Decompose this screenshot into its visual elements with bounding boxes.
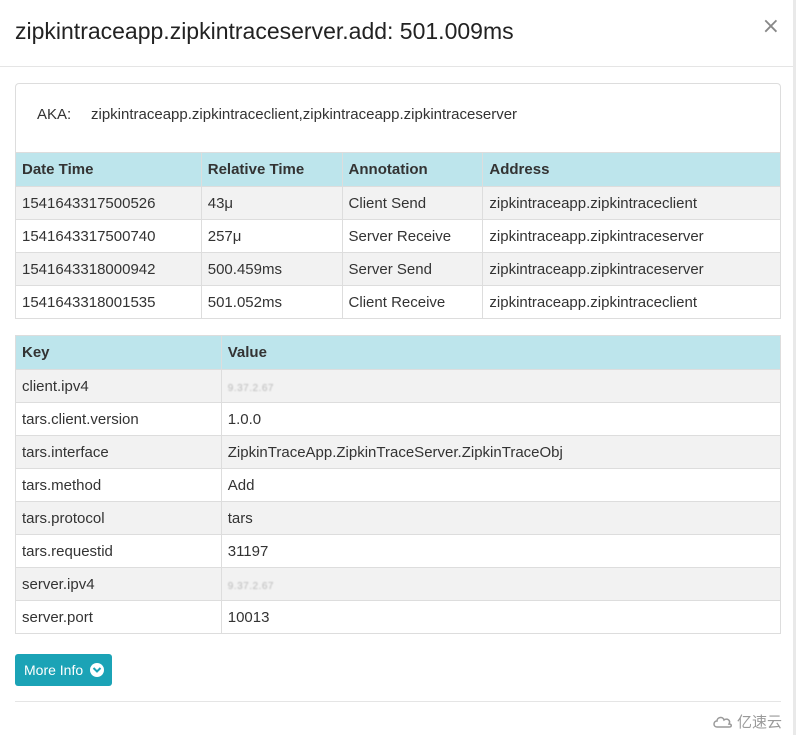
tag-key-cell: tars.protocol bbox=[15, 501, 222, 535]
watermark-text: 亿速云 bbox=[736, 713, 782, 731]
tags-header-row: Key Value bbox=[15, 335, 782, 370]
table-row: client.ipv4 9.37.2.67 bbox=[15, 369, 782, 403]
relative-time-cell: 500.459ms bbox=[200, 252, 343, 286]
table-row: 1541643317500740 257μ Server Receive zip… bbox=[15, 219, 781, 253]
date-time-cell: 1541643317500526 bbox=[15, 186, 202, 220]
column-header-annotation: Annotation bbox=[341, 152, 484, 187]
tag-value-cell: 31197 bbox=[220, 534, 782, 568]
column-header-date-time: Date Time bbox=[15, 152, 202, 187]
date-time-cell: 1541643317500740 bbox=[15, 219, 202, 253]
annotation-cell: Client Receive bbox=[341, 285, 484, 319]
tag-value-cell: 9.37.2.67 bbox=[220, 567, 782, 601]
tag-key-cell: server.port bbox=[15, 600, 222, 634]
table-row: tars.requestid 31197 bbox=[15, 534, 782, 568]
tag-key-cell: tars.client.version bbox=[15, 402, 222, 436]
watermark: 亿速云 bbox=[712, 711, 782, 734]
date-time-cell: 1541643318000942 bbox=[15, 252, 202, 286]
span-detail-modal: zipkintraceapp.zipkintraceserver.add: 50… bbox=[0, 0, 796, 735]
table-row: server.ipv4 9.37.2.67 bbox=[15, 567, 782, 601]
annotations-table: Date Time Relative Time Annotation Addre… bbox=[15, 152, 781, 319]
aka-value: zipkintraceapp.zipkintraceclient,zipkint… bbox=[91, 106, 518, 123]
tag-value-cell: 9.37.2.67 bbox=[220, 369, 782, 403]
redacted-ip-value: 9.37.2.67 bbox=[227, 382, 274, 394]
tag-key-cell: tars.requestid bbox=[15, 534, 222, 568]
more-info-label: More Info bbox=[24, 662, 84, 678]
column-header-address: Address bbox=[482, 152, 781, 187]
tags-table: Key Value client.ipv4 9.37.2.67 tars.cli… bbox=[15, 335, 782, 634]
column-header-relative-time: Relative Time bbox=[200, 152, 343, 187]
address-cell: zipkintraceapp.zipkintraceserver bbox=[482, 252, 781, 286]
tag-value-cell: tars bbox=[220, 501, 782, 535]
tag-value-cell: ZipkinTraceApp.ZipkinTraceServer.ZipkinT… bbox=[220, 435, 782, 469]
table-row: 1541643318000942 500.459ms Server Send z… bbox=[15, 252, 781, 286]
address-cell: zipkintraceapp.zipkintraceclient bbox=[482, 186, 781, 220]
table-row: server.port 10013 bbox=[15, 600, 782, 634]
close-icon[interactable]: × bbox=[762, 16, 780, 38]
tag-key-cell: tars.interface bbox=[15, 435, 222, 469]
redacted-ip-value: 9.37.2.67 bbox=[227, 580, 274, 592]
chevron-down-circle-icon bbox=[90, 663, 105, 677]
address-cell: zipkintraceapp.zipkintraceserver bbox=[482, 219, 781, 253]
tag-value-cell: 10013 bbox=[220, 600, 782, 634]
relative-time-cell: 501.052ms bbox=[200, 285, 343, 319]
footer-divider bbox=[15, 701, 781, 702]
table-row: tars.method Add bbox=[15, 468, 782, 502]
table-row: 1541643318001535 501.052ms Client Receiv… bbox=[15, 285, 781, 319]
annotation-cell: Client Send bbox=[341, 186, 484, 220]
table-row: tars.interface ZipkinTraceApp.ZipkinTrac… bbox=[15, 435, 782, 469]
more-info-button[interactable]: More Info bbox=[15, 654, 112, 686]
aka-panel: AKA: zipkintraceapp.zipkintraceclient,zi… bbox=[15, 83, 781, 153]
relative-time-cell: 257μ bbox=[200, 219, 343, 253]
table-row: tars.client.version 1.0.0 bbox=[15, 402, 782, 436]
tag-value-cell: 1.0.0 bbox=[220, 402, 782, 436]
annotations-header-row: Date Time Relative Time Annotation Addre… bbox=[15, 152, 781, 187]
address-cell: zipkintraceapp.zipkintraceclient bbox=[482, 285, 781, 319]
column-header-value: Value bbox=[220, 335, 782, 370]
table-row: 1541643317500526 43μ Client Send zipkint… bbox=[15, 186, 781, 220]
tag-key-cell: client.ipv4 bbox=[15, 369, 222, 403]
annotation-cell: Server Receive bbox=[341, 219, 484, 253]
modal-title: zipkintraceapp.zipkintraceserver.add: 50… bbox=[15, 18, 514, 44]
column-header-key: Key bbox=[15, 335, 222, 370]
annotation-cell: Server Send bbox=[341, 252, 484, 286]
cloud-logo-icon bbox=[712, 714, 734, 734]
tag-value-cell: Add bbox=[220, 468, 782, 502]
date-time-cell: 1541643318001535 bbox=[15, 285, 202, 319]
relative-time-cell: 43μ bbox=[200, 186, 343, 220]
tag-key-cell: server.ipv4 bbox=[15, 567, 222, 601]
modal-header: zipkintraceapp.zipkintraceserver.add: 50… bbox=[0, 0, 796, 67]
tag-key-cell: tars.method bbox=[15, 468, 222, 502]
table-row: tars.protocol tars bbox=[15, 501, 782, 535]
aka-label: AKA: bbox=[37, 106, 72, 123]
